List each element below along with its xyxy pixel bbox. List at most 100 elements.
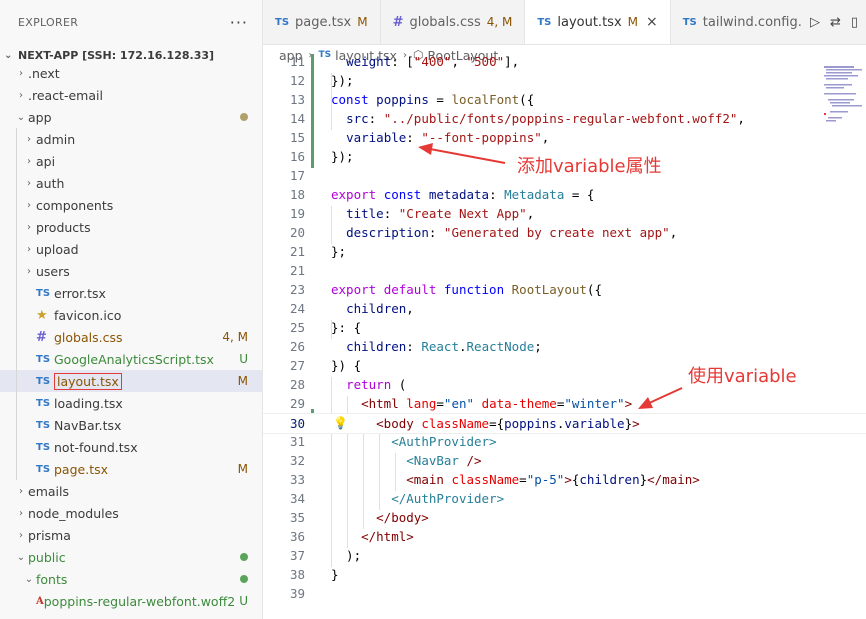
tab-label: layout.tsx	[557, 14, 622, 30]
chevron-right-icon: ›	[27, 133, 31, 145]
code-line: 33 <main className="p-5">{children}</mai…	[289, 472, 700, 487]
code-line: 12});	[289, 73, 354, 88]
tree-item[interactable]: Apoppins-regular-webfont.woff2 U	[0, 590, 262, 612]
chevron-right-icon: ›	[19, 67, 23, 79]
css-icon: #	[36, 329, 47, 345]
tree-item-text: layout.tsx	[54, 372, 122, 390]
tree-item[interactable]: › components	[0, 194, 262, 216]
tab-page-tsx[interactable]: TS page.tsx M	[263, 0, 381, 44]
tree-item[interactable]: › emails	[0, 480, 262, 502]
tree-item-label: public	[28, 550, 218, 565]
tab-globals-css[interactable]: # globals.css 4, M	[381, 0, 526, 44]
tree-item[interactable]: TS layout.tsx M	[0, 370, 262, 392]
typescript-icon: TS	[36, 375, 51, 387]
tree-item[interactable]: › prisma	[0, 524, 262, 546]
tree-item-text: fonts	[36, 571, 68, 587]
tree-item[interactable]: › users	[0, 260, 262, 282]
minimap[interactable]	[824, 66, 866, 146]
tab-tailwind-config[interactable]: TS tailwind.config.t	[671, 0, 819, 44]
tree-item-label: fonts	[36, 572, 218, 587]
typescript-icon: TS	[682, 16, 697, 28]
code-line: 35 </body>	[289, 510, 429, 525]
chevron-right-icon: ›	[27, 155, 31, 167]
tree-item-text: poppins-regular-webfont.woff2	[43, 593, 236, 609]
typescript-icon: TS	[36, 353, 51, 365]
tree-item[interactable]: › api	[0, 150, 262, 172]
tree-item[interactable]: ★ favicon.ico	[0, 304, 262, 326]
tree-item[interactable]: ⌄ app	[0, 106, 262, 128]
code-line: 39	[289, 586, 305, 601]
git-status-badge: M	[237, 462, 248, 476]
tree-item[interactable]: TS loading.tsx	[0, 392, 262, 414]
tree-item[interactable]: › .next	[0, 62, 262, 84]
tree-item-text: favicon.ico	[54, 307, 122, 323]
tree-item-text: .react-email	[28, 87, 103, 103]
git-status-badge: M	[237, 374, 248, 388]
chevron-right-icon: ›	[27, 221, 31, 233]
code-line: 37 );	[289, 548, 362, 563]
chevron-down-icon: ⌄	[16, 551, 26, 563]
tree-item[interactable]: ⌄ fonts	[0, 568, 262, 590]
tree-item-text: globals.css	[54, 329, 123, 345]
tab-label: tailwind.config.t	[702, 14, 807, 30]
tree-item-text: auth	[36, 175, 65, 191]
code-line: 32 <NavBar />	[289, 453, 482, 468]
annotation-use-variable: 使用variable	[688, 366, 797, 387]
code-line: 21};	[289, 244, 347, 259]
close-icon[interactable]: ×	[646, 14, 658, 30]
tab-layout-tsx[interactable]: TS layout.tsx M ×	[525, 0, 671, 44]
indent-guide	[16, 128, 17, 480]
tree-item[interactable]: ⌄ public	[0, 546, 262, 568]
code-editor[interactable]: 11 weight: ["400", "500"], 12}); 13 const…	[263, 54, 866, 619]
more-actions-icon[interactable]: ···	[230, 13, 248, 32]
typescript-icon: TS	[537, 16, 552, 28]
tree-item[interactable]: › products	[0, 216, 262, 238]
source-control-compare-icon[interactable]: ⇄	[830, 15, 841, 30]
tree-item[interactable]: TS GoogleAnalyticsScript.tsx U	[0, 348, 262, 370]
tree-item[interactable]: › admin	[0, 128, 262, 150]
tree-item-text: node_modules	[28, 505, 119, 521]
run-icon[interactable]: ▷	[810, 15, 820, 30]
tree-item[interactable]: › upload	[0, 238, 262, 260]
tree-item-label: favicon.ico	[54, 308, 218, 323]
chevron-down-icon: ⌄	[16, 111, 26, 123]
tree-item-text: error.tsx	[54, 285, 106, 301]
code-line: 31 <AuthProvider>	[289, 434, 497, 449]
tree-item-text: loading.tsx	[54, 395, 123, 411]
split-editor-icon[interactable]: ▯	[851, 15, 858, 30]
tree-item-text: api	[36, 153, 56, 169]
tree-item-label: app	[28, 110, 218, 125]
tree-item-text: prisma	[28, 527, 71, 543]
chevron-right-icon: ›	[27, 199, 31, 211]
typescript-icon: TS	[275, 16, 290, 28]
tree-item-label: components	[36, 198, 218, 213]
tree-item[interactable]: TS NavBar.tsx	[0, 414, 262, 436]
tree-item-label: not-found.tsx	[54, 440, 218, 455]
tree-item[interactable]: TS not-found.tsx	[0, 436, 262, 458]
code-line: 23 export default function RootLayout({	[289, 282, 602, 297]
tree-item[interactable]: › .react-email	[0, 84, 262, 106]
tab-label: page.tsx	[295, 14, 352, 30]
tree-item[interactable]: › auth	[0, 172, 262, 194]
tree-item[interactable]: TS error.tsx	[0, 282, 262, 304]
tree-item[interactable]: TS page.tsx M	[0, 458, 262, 480]
tree-item-label: globals.css	[54, 330, 218, 345]
star-icon: ★	[36, 307, 48, 323]
tree-item-label: products	[36, 220, 218, 235]
tree-item-text: admin	[36, 131, 76, 147]
code-line: 34 </AuthProvider>	[289, 491, 505, 506]
explorer-title: EXPLORER	[18, 15, 79, 29]
tree-item[interactable]: # globals.css 4, M	[0, 326, 262, 348]
editor-tabs: TS page.tsx M # globals.css 4, M TS layo…	[263, 0, 866, 45]
annotation-add-variable: 添加variable属性	[517, 156, 662, 177]
tree-item-label: prisma	[28, 528, 218, 543]
chevron-right-icon: ›	[19, 485, 23, 497]
git-status-badge: U	[239, 352, 248, 366]
tree-item-label: error.tsx	[54, 286, 218, 301]
tree-item-text: emails	[28, 483, 69, 499]
tree-item-label: poppins-regular-webfont.woff2	[44, 594, 235, 609]
tree-item-text: .next	[28, 65, 60, 81]
tree-item[interactable]: › node_modules	[0, 502, 262, 524]
tree-item-label: auth	[36, 176, 218, 191]
git-status-dot	[218, 550, 262, 564]
